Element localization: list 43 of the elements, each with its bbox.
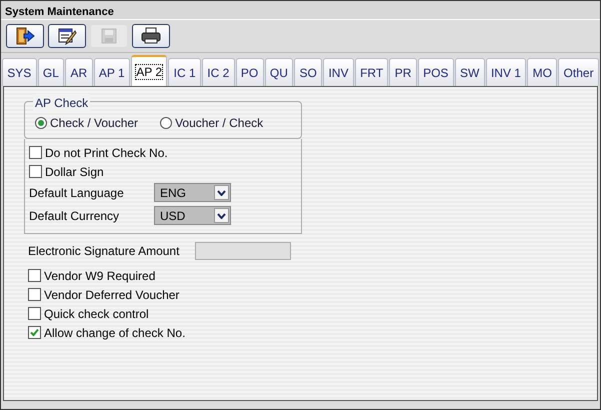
checkbox-option[interactable]: Vendor W9 Required [28, 266, 597, 285]
dropdown[interactable]: USD [154, 206, 231, 225]
tab[interactable]: INV 1 [486, 58, 526, 86]
tab[interactable]: QU [264, 58, 294, 86]
exit-button[interactable] [6, 24, 44, 48]
checkbox-option[interactable]: Vendor Deferred Voucher [28, 285, 597, 304]
checkbox-option[interactable]: Dollar Sign [29, 162, 295, 181]
caret-icon [217, 212, 226, 218]
tab[interactable]: POS [418, 58, 454, 86]
edit-button[interactable] [48, 24, 86, 48]
field-label: Default Language [29, 184, 125, 202]
radio-option[interactable]: Check / Voucher [35, 114, 138, 132]
tab[interactable]: AP 2 [130, 55, 168, 86]
tab[interactable]: IC 1 [168, 58, 201, 86]
radio-option[interactable]: Voucher / Check [160, 114, 264, 132]
tab[interactable]: PO [236, 58, 264, 86]
tab[interactable]: SO [294, 58, 322, 86]
printer-icon [140, 27, 162, 45]
checkbox-option[interactable]: Do not Print Check No. [29, 143, 295, 162]
input-field[interactable] [195, 242, 292, 260]
tab[interactable]: SYS [2, 58, 37, 86]
tab[interactable]: MO [527, 58, 558, 86]
checkbox-option[interactable]: Quick check control [28, 304, 597, 323]
caret-icon [217, 190, 226, 196]
tab[interactable]: FRT [354, 58, 388, 86]
exit-door-icon [15, 27, 35, 45]
field-label: Default Currency [29, 208, 120, 224]
tab[interactable]: AR [65, 58, 93, 86]
dropdown[interactable]: ENG [154, 183, 231, 202]
checkbox-option[interactable]: Allow change of check No. [28, 323, 597, 342]
field-label: Electronic Signature Amount [28, 243, 180, 260]
tab[interactable]: Other [558, 58, 599, 86]
tab[interactable]: SW [454, 58, 485, 86]
check-mark-icon [29, 327, 40, 338]
print-button[interactable] [132, 24, 170, 48]
group-title: AP Check [33, 94, 90, 112]
window-title: System Maintenance [1, 1, 600, 20]
tab[interactable]: AP 1 [94, 58, 130, 86]
tab[interactable]: GL [38, 58, 64, 86]
tab[interactable]: INV [323, 58, 354, 86]
tab[interactable]: IC 2 [202, 58, 235, 86]
tab[interactable]: PR [389, 58, 417, 86]
notepad-pencil-icon [57, 27, 77, 45]
